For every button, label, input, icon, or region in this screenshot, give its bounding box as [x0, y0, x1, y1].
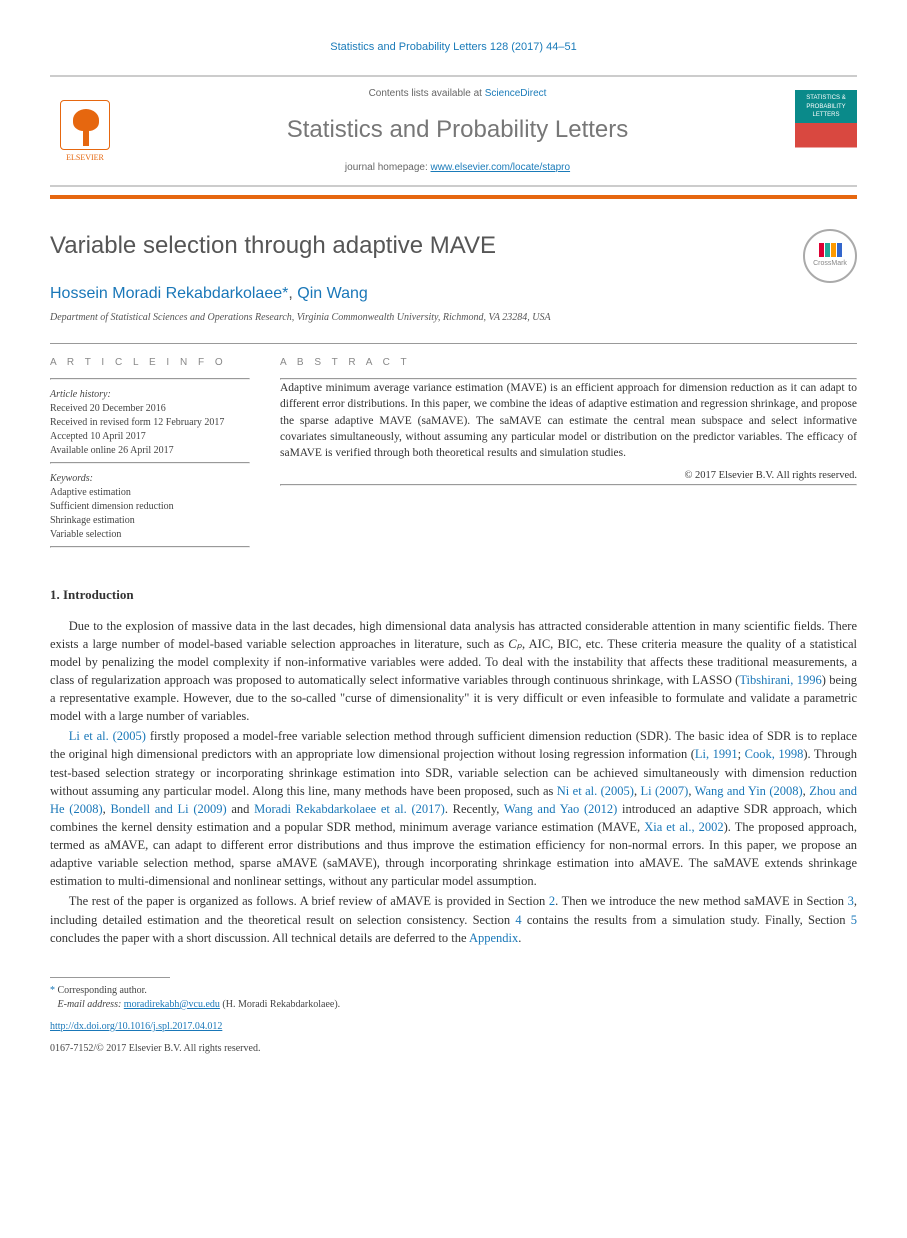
history-revised: Received in revised form 12 February 201… [50, 416, 250, 430]
corresponding-label: Corresponding author. [58, 985, 147, 996]
homepage-prefix: journal homepage: [345, 162, 431, 173]
crossmark-badge[interactable]: CrossMark [803, 229, 857, 283]
section-1-heading: 1. Introduction [50, 586, 857, 604]
email-attribution: (H. Moradi Rekabdarkolaee). [222, 999, 340, 1010]
section-link-5[interactable]: 5 [851, 913, 857, 927]
info-rule-3 [50, 546, 250, 548]
abstract-column: A B S T R A C T Adaptive minimum average… [280, 356, 857, 556]
ref-li-2007[interactable]: Li (2007) [641, 784, 689, 798]
ref-xia-2002[interactable]: Xia et al., 2002 [644, 820, 723, 834]
journal-header: ELSEVIER Contents lists available at Sci… [50, 75, 857, 187]
p3-text-d: contains the results from a simulation s… [522, 913, 851, 927]
cover-text: STATISTICS & PROBABILITY LETTERS [806, 95, 845, 118]
header-divider [50, 195, 857, 199]
abstract-rule-bottom [280, 484, 857, 486]
appendix-link[interactable]: Appendix [469, 931, 518, 945]
author-email-link[interactable]: moradirekabh@vcu.edu [124, 999, 220, 1010]
intro-para-3: The rest of the paper is organized as fo… [50, 892, 857, 946]
intro-para-1: Due to the explosion of massive data in … [50, 617, 857, 726]
abstract-text: Adaptive minimum average variance estima… [280, 380, 857, 460]
article-info-column: A R T I C L E I N F O Article history: R… [50, 356, 250, 556]
homepage-link[interactable]: www.elsevier.com/locate/stapro [431, 162, 571, 173]
authors-line: Hossein Moradi Rekabdarkolaee*, Qin Wang [50, 283, 857, 305]
article-info-heading: A R T I C L E I N F O [50, 356, 250, 370]
email-label: E-mail address: [58, 999, 122, 1010]
rule-above-info [50, 343, 857, 344]
keyword-2: Sufficient dimension reduction [50, 500, 250, 514]
footnote-rule [50, 977, 170, 978]
elsevier-logo: ELSEVIER [50, 91, 120, 171]
contents-available: Contents lists available at ScienceDirec… [120, 87, 795, 101]
keyword-4: Variable selection [50, 528, 250, 542]
p2-and: and [227, 802, 254, 816]
ref-bondell-li-2009[interactable]: Bondell and Li (2009) [110, 802, 226, 816]
ref-wang-yao-2012[interactable]: Wang and Yao (2012) [504, 802, 617, 816]
article-title: Variable selection through adaptive MAVE [50, 229, 496, 263]
elsevier-tree-icon [60, 100, 110, 150]
ref-wang-yin-2008[interactable]: Wang and Yin (2008) [695, 784, 803, 798]
abstract-heading: A B S T R A C T [280, 356, 857, 370]
email-footnote: E-mail address: moradirekabh@vcu.edu (H.… [50, 998, 857, 1012]
journal-homepage: journal homepage: www.elsevier.com/locat… [120, 161, 795, 175]
affiliation: Department of Statistical Sciences and O… [50, 311, 857, 325]
p3-text-e: concludes the paper with a short discuss… [50, 931, 469, 945]
issn-copyright-line: 0167-7152/© 2017 Elsevier B.V. All right… [50, 1042, 857, 1056]
ref-ni-2005[interactable]: Ni et al. (2005) [557, 784, 634, 798]
crossmark-label: CrossMark [813, 259, 847, 269]
keyword-3: Shrinkage estimation [50, 514, 250, 528]
p2-text-c: . Recently, [445, 802, 504, 816]
journal-title: Statistics and Probability Letters [120, 113, 795, 147]
doi-line: http://dx.doi.org/10.1016/j.spl.2017.04.… [50, 1020, 857, 1034]
history-accepted: Accepted 10 April 2017 [50, 430, 250, 444]
history-received: Received 20 December 2016 [50, 402, 250, 416]
p1-cp: Cₚ [508, 637, 522, 651]
keyword-1: Adaptive estimation [50, 486, 250, 500]
ref-li-1991[interactable]: Li, 1991 [695, 747, 738, 761]
doi-link[interactable]: http://dx.doi.org/10.1016/j.spl.2017.04.… [50, 1021, 222, 1032]
crossmark-icon [819, 243, 842, 257]
author-link-2[interactable]: Qin Wang [297, 285, 368, 302]
intro-para-2: Li et al. (2005) firstly proposed a mode… [50, 727, 857, 890]
info-rule [50, 378, 250, 380]
author-link-1[interactable]: Hossein Moradi Rekabdarkolaee [50, 285, 282, 302]
ref-moradi-2017[interactable]: Moradi Rekabdarkolaee et al. (2017) [254, 802, 445, 816]
history-online: Available online 26 April 2017 [50, 444, 250, 458]
p3-text-a: The rest of the paper is organized as fo… [69, 894, 549, 908]
publisher-name: ELSEVIER [66, 152, 104, 163]
p3-text-f: . [518, 931, 521, 945]
contents-prefix: Contents lists available at [369, 88, 485, 99]
p2-sep1: ; [738, 747, 745, 761]
ref-cook-1998[interactable]: Cook, 1998 [745, 747, 804, 761]
keywords-label: Keywords: [50, 472, 250, 486]
article-history-label: Article history: [50, 388, 250, 402]
corresponding-author-footnote: * Corresponding author. [50, 984, 857, 998]
sciencedirect-link[interactable]: ScienceDirect [485, 88, 547, 99]
ref-li-2005[interactable]: Li et al. (2005) [69, 729, 146, 743]
abstract-copyright: © 2017 Elsevier B.V. All rights reserved… [280, 469, 857, 484]
ref-tibshirani-1996[interactable]: Tibshirani, 1996 [739, 673, 821, 687]
citation-line: Statistics and Probability Letters 128 (… [50, 40, 857, 55]
info-rule-2 [50, 462, 250, 464]
journal-cover-thumbnail: STATISTICS & PROBABILITY LETTERS [795, 90, 857, 172]
p3-text-b: . Then we introduce the new method saMAV… [555, 894, 848, 908]
footnote-star-icon: * [50, 985, 55, 996]
author-separator: , [288, 285, 297, 302]
